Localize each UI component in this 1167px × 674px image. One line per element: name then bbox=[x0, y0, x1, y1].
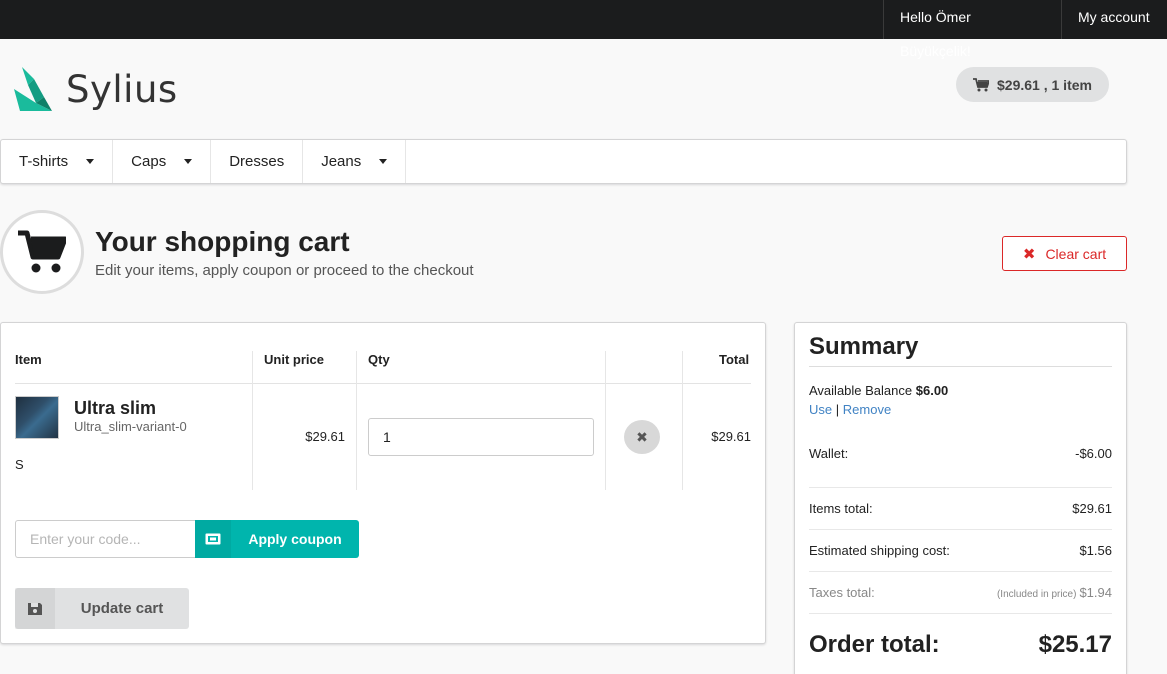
order-total-label: Order total: bbox=[809, 631, 940, 658]
chevron-down-icon bbox=[184, 159, 193, 164]
summary-row-divider bbox=[809, 487, 1112, 488]
my-account-link[interactable]: My account bbox=[1061, 0, 1167, 39]
taxes-value: $1.94 bbox=[1079, 585, 1112, 600]
row-total-value: $29.61 bbox=[711, 429, 751, 444]
balance-value: $6.00 bbox=[915, 383, 949, 398]
wallet-row: Wallet: -$6.00 bbox=[809, 446, 1112, 461]
column-header-qty: Qty bbox=[368, 352, 390, 367]
column-header-item: Item bbox=[15, 352, 42, 367]
page-title: Your shopping cart bbox=[95, 226, 350, 257]
order-total-row: Order total: $25.17 bbox=[809, 631, 1112, 659]
product-name[interactable]: Ultra slim bbox=[74, 398, 156, 419]
column-divider bbox=[356, 351, 357, 490]
table-header-divider bbox=[15, 383, 751, 384]
summary-panel bbox=[794, 322, 1127, 674]
summary-divider bbox=[809, 366, 1112, 367]
product-variant: Ultra_slim-variant-0 bbox=[74, 419, 187, 434]
menu-item-label: Dresses bbox=[229, 153, 285, 170]
menu-item-caps[interactable]: Caps bbox=[113, 140, 212, 183]
close-icon: ✖ bbox=[1022, 245, 1036, 263]
column-divider bbox=[252, 351, 253, 490]
summary-title: Summary bbox=[809, 333, 919, 360]
quantity-input[interactable] bbox=[368, 418, 594, 456]
menu-item-label: Jeans bbox=[321, 153, 362, 170]
menu-item-dresses[interactable]: Dresses bbox=[211, 140, 304, 183]
header-cart-button[interactable]: $29.61 , 1 item bbox=[956, 67, 1109, 102]
header-cart-label: $29.61 , 1 item bbox=[997, 76, 1092, 93]
order-total-value: $25.17 bbox=[1038, 631, 1112, 658]
taxes-note: (Included in price) bbox=[996, 589, 1077, 600]
apply-coupon-label: Apply coupon bbox=[248, 531, 342, 547]
menu-item-jeans[interactable]: Jeans bbox=[303, 140, 407, 183]
apply-coupon-button[interactable]: Apply coupon bbox=[195, 520, 359, 558]
menu-item-t-shirts[interactable]: T-shirts bbox=[1, 140, 114, 183]
category-menu: T-shirts Caps Dresses Jeans bbox=[0, 139, 1127, 184]
shopping-cart-icon bbox=[18, 230, 66, 273]
shipping-row: Estimated shipping cost: $1.56 bbox=[809, 543, 1112, 558]
update-cart-label: Update cart bbox=[80, 600, 164, 617]
clear-cart-label: Clear cart bbox=[1045, 245, 1107, 262]
items-total-label: Items total: bbox=[809, 501, 873, 516]
taxes-row: Taxes total: (Included in price) $1.94 bbox=[809, 585, 1112, 600]
cart-header-icon bbox=[0, 210, 84, 294]
product-thumbnail[interactable] bbox=[15, 396, 59, 439]
taxes-label: Taxes total: bbox=[809, 585, 875, 600]
page-subtitle: Edit your items, apply coupon or proceed… bbox=[95, 262, 474, 279]
menu-item-label: Caps bbox=[131, 153, 167, 170]
available-balance: Available Balance $6.00 bbox=[809, 383, 948, 398]
clear-cart-button[interactable]: ✖ Clear cart bbox=[1002, 236, 1127, 271]
balance-label: Available Balance bbox=[809, 383, 913, 398]
items-total-value: $29.61 bbox=[1072, 501, 1112, 516]
cart-icon bbox=[973, 77, 990, 91]
items-total-row: Items total: $29.61 bbox=[809, 501, 1112, 516]
unit-price-value: $29.61 bbox=[305, 429, 345, 444]
remove-balance-link[interactable]: Remove bbox=[843, 402, 891, 417]
column-divider bbox=[605, 351, 606, 490]
top-bar: Hello Ömer Büyükçelik! My account bbox=[0, 0, 1167, 59]
link-separator: | bbox=[835, 402, 840, 417]
chevron-down-icon bbox=[86, 159, 95, 164]
menu-item-label: T-shirts bbox=[19, 153, 69, 170]
shipping-value: $1.56 bbox=[1079, 543, 1112, 558]
use-balance-link[interactable]: Use bbox=[809, 402, 832, 417]
column-header-unit-price: Unit price bbox=[264, 352, 324, 367]
balance-actions: Use | Remove bbox=[809, 402, 891, 417]
save-icon bbox=[15, 588, 55, 629]
close-icon: ✖ bbox=[636, 428, 648, 445]
wallet-label: Wallet: bbox=[809, 446, 849, 461]
remove-item-button[interactable]: ✖ bbox=[624, 420, 660, 454]
ticket-icon bbox=[195, 520, 231, 558]
summary-row-divider bbox=[809, 571, 1112, 572]
brand-name: Sylius bbox=[66, 67, 178, 111]
summary-row-divider bbox=[809, 613, 1112, 614]
coupon-code-input[interactable] bbox=[15, 520, 196, 558]
taxes-amount: (Included in price) $1.94 bbox=[997, 585, 1112, 600]
column-divider bbox=[682, 351, 683, 490]
user-greeting[interactable]: Hello Ömer Büyükçelik! bbox=[883, 0, 1061, 59]
update-cart-button[interactable]: Update cart bbox=[15, 588, 189, 629]
summary-row-divider bbox=[809, 529, 1112, 530]
wallet-value: -$6.00 bbox=[1075, 446, 1112, 461]
sylius-swan-icon bbox=[14, 67, 52, 111]
chevron-down-icon bbox=[379, 159, 388, 164]
sylius-logo[interactable]: Sylius bbox=[14, 67, 178, 111]
column-header-total: Total bbox=[719, 352, 750, 367]
shipping-label: Estimated shipping cost: bbox=[809, 543, 950, 558]
product-size: S bbox=[15, 457, 24, 472]
